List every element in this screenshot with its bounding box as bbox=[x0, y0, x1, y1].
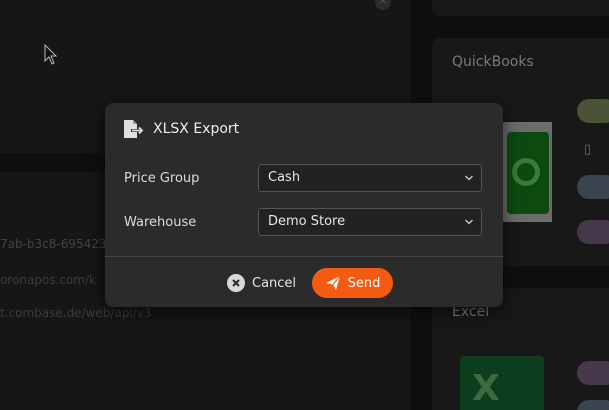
dialog-footer-divider bbox=[105, 256, 503, 257]
quickbooks-logo-mark bbox=[512, 158, 540, 186]
warehouse-label: Warehouse bbox=[124, 214, 197, 230]
excel-logo-mark: X bbox=[472, 368, 500, 409]
warehouse-select[interactable]: Demo Store bbox=[258, 208, 482, 236]
background-text-line: t.combase.de/web/api/v3 bbox=[0, 306, 152, 320]
app-screen: ✕ 7ab-b3c8-695423 oronapos.com/k t.comba… bbox=[0, 0, 609, 410]
price-group-select[interactable]: Cash bbox=[258, 164, 482, 192]
background-text-line: oronapos.com/k bbox=[0, 273, 96, 287]
background-text-line: 7ab-b3c8-695423 bbox=[0, 237, 107, 251]
price-group-row: Price Group Cash bbox=[124, 163, 484, 193]
chevron-down-icon bbox=[465, 219, 473, 225]
dialog-title: XLSX Export bbox=[153, 121, 240, 137]
close-circle-icon bbox=[227, 274, 245, 292]
warehouse-value: Demo Store bbox=[268, 214, 346, 229]
dialog-header: XLSX Export bbox=[123, 117, 239, 141]
xlsx-export-dialog: XLSX Export Price Group Cash Warehouse D… bbox=[105, 103, 503, 307]
send-button[interactable]: Send bbox=[312, 268, 393, 298]
option-pill[interactable] bbox=[577, 400, 609, 410]
option-pill[interactable] bbox=[577, 99, 609, 123]
paper-plane-icon bbox=[325, 275, 341, 290]
option-pill[interactable] bbox=[577, 361, 609, 385]
option-pill[interactable] bbox=[577, 175, 609, 199]
file-export-icon bbox=[124, 120, 144, 138]
price-group-label: Price Group bbox=[124, 170, 200, 186]
quickbooks-card-title: QuickBooks bbox=[452, 54, 534, 70]
cancel-button[interactable]: Cancel bbox=[227, 270, 296, 296]
send-button-label: Send bbox=[347, 275, 381, 291]
integration-card bbox=[432, 0, 609, 16]
option-pill[interactable] bbox=[577, 220, 609, 244]
mouse-cursor-icon bbox=[44, 44, 58, 65]
chevron-down-icon bbox=[465, 175, 473, 181]
warehouse-row: Warehouse Demo Store bbox=[124, 207, 484, 237]
cancel-button-label: Cancel bbox=[252, 275, 297, 291]
document-icon: ▯ bbox=[584, 142, 592, 157]
price-group-value: Cash bbox=[268, 170, 301, 185]
